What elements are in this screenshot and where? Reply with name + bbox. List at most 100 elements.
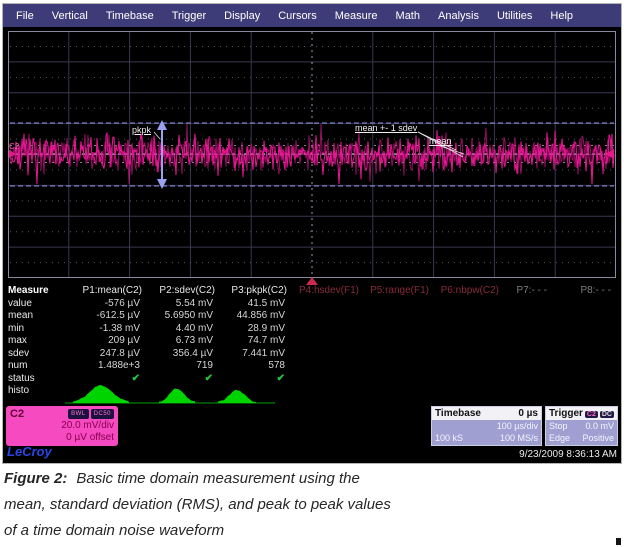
measure-row-label-sdev: sdev [6,348,62,361]
measure-max-p8 [551,335,615,348]
measure-histo-p5 [363,385,433,398]
measure-max-p7 [503,335,551,348]
param-column-header-p5[interactable]: P5:range(F1) [363,285,433,298]
menu-item-trigger[interactable]: Trigger [163,10,215,22]
menu-item-help[interactable]: Help [541,10,582,22]
param-column-header-p3[interactable]: P3:pkpk(C2) [219,285,291,298]
measure-status-p7 [503,373,551,386]
figure-caption: Figure 2:Basic time domain measurement u… [4,466,616,544]
caption-line-2: mean, standard deviation (RMS), and peak… [4,492,616,518]
menu-bar: FileVerticalTimebaseTriggerDisplayCursor… [3,4,621,27]
menu-item-cursors[interactable]: Cursors [269,10,326,22]
measure-mean-p2: 5.6950 mV [146,310,219,323]
menu-item-measure[interactable]: Measure [326,10,387,22]
trigger-position-marker-icon[interactable] [306,277,318,285]
measure-min-p2: 4.40 mV [146,323,219,336]
lecroy-logo: LeCroy [7,444,52,459]
trigger-title: Trigger [549,408,583,419]
measure-mean-p8 [551,310,615,323]
measure-status-p5 [363,373,433,386]
measure-min-p4 [291,323,363,336]
channel-badge-bwl: BWL [68,409,89,419]
measure-sdev-p1: 247.8 µV [62,348,146,361]
measure-max-p2: 6.73 mV [146,335,219,348]
datetime-display: 9/23/2009 8:36:13 AM [519,449,617,460]
measure-sdev-p4 [291,348,363,361]
measure-sdev-p3: 7.441 mV [219,348,291,361]
histogram-sparklines [61,384,301,408]
page: FileVerticalTimebaseTriggerDisplayCursor… [0,0,624,547]
measure-min-p8 [551,323,615,336]
measure-table: MeasureP1:mean(C2)P2:sdev(C2)P3:pkpk(C2)… [6,285,615,398]
param-column-header-p2[interactable]: P2:sdev(C2) [146,285,219,298]
timebase-samples: 100 kS [435,432,463,444]
menu-item-utilities[interactable]: Utilities [488,10,541,22]
trigger-level: 0.0 mV [585,420,614,432]
timebase-title: Timebase [435,408,481,419]
measure-num-p8 [551,360,615,373]
measure-mean-p6 [433,310,503,323]
pkpk-annotation: pkpk [132,125,151,135]
measure-max-p3: 74.7 mV [219,335,291,348]
measure-value-p1: -576 µV [62,298,146,311]
measure-max-p1: 209 µV [62,335,146,348]
measure-value-p7 [503,298,551,311]
measure-min-p1: -1.38 mV [62,323,146,336]
timebase-descriptor[interactable]: Timebase 0 µs 100 µs/div 100 kS 100 MS/s [431,406,542,446]
measure-sdev-p6 [433,348,503,361]
measure-value-p6 [433,298,503,311]
measure-mean-p4 [291,310,363,323]
caption-line-1: Basic time domain measurement using the [76,470,359,487]
channel-c2-descriptor[interactable]: C2 BWLDC50 20.0 mV/div 0 µV offset [6,406,118,446]
channel-badge-dc50: DC50 [91,409,114,419]
trigger-descriptor[interactable]: Trigger C2DC Stop 0.0 mV Edge Positive [545,406,618,446]
trigger-slope: Positive [582,432,614,444]
menu-item-vertical[interactable]: Vertical [43,10,97,22]
measure-num-p4 [291,360,363,373]
param-column-header-p1[interactable]: P1:mean(C2) [62,285,146,298]
caption-line-3: of a time domain noise waveform [4,518,616,544]
measure-row-label-histo: histo [6,385,62,398]
measure-num-p6 [433,360,503,373]
trigger-badges: C2DC [583,408,614,419]
measure-num-p5 [363,360,433,373]
param-column-header-p7[interactable]: P7:- - - [503,285,551,298]
text-cursor-mark [616,538,621,545]
oscilloscope-screenshot: FileVerticalTimebaseTriggerDisplayCursor… [2,3,622,464]
param-column-header-p8[interactable]: P8:- - - [551,285,615,298]
measure-min-p7 [503,323,551,336]
measure-mean-p5 [363,310,433,323]
timebase-delay: 0 µs [518,408,538,419]
channel-name: C2 [10,408,24,420]
measure-mean-p1: -612.5 µV [62,310,146,323]
mean-sdev-annotation: mean +- 1 sdev [355,123,417,133]
trigger-badge-c2: C2 [585,411,598,418]
measure-status-p4 [291,373,363,386]
timebase-per-div: 100 µs/div [497,420,538,432]
channel-offset: 0 µV offset [10,432,114,444]
measure-status-p6 [433,373,503,386]
measure-num-p2: 719 [146,360,219,373]
timebase-rate: 100 MS/s [500,432,538,444]
trigger-badge-dc: DC [600,411,614,418]
menu-item-display[interactable]: Display [215,10,269,22]
measure-row-label-mean: mean [6,310,62,323]
menu-item-analysis[interactable]: Analysis [429,10,488,22]
measure-value-p5 [363,298,433,311]
measure-max-p6 [433,335,503,348]
trigger-type: Edge [549,432,570,444]
measure-sdev-p7 [503,348,551,361]
measure-num-p7 [503,360,551,373]
menu-item-file[interactable]: File [7,10,43,22]
param-column-header-p4[interactable]: P4:hsdev(F1) [291,285,363,298]
measure-num-p3: 578 [219,360,291,373]
measure-value-p4 [291,298,363,311]
param-column-header-p6[interactable]: P6:nbpw(C2) [433,285,503,298]
measure-num-p1: 1.488e+3 [62,360,146,373]
trigger-mode: Stop [549,420,568,432]
measure-histo-p7 [503,385,551,398]
menu-item-timebase[interactable]: Timebase [97,10,163,22]
measure-sdev-p2: 356.4 µV [146,348,219,361]
measure-min-p6 [433,323,503,336]
menu-item-math[interactable]: Math [387,10,429,22]
